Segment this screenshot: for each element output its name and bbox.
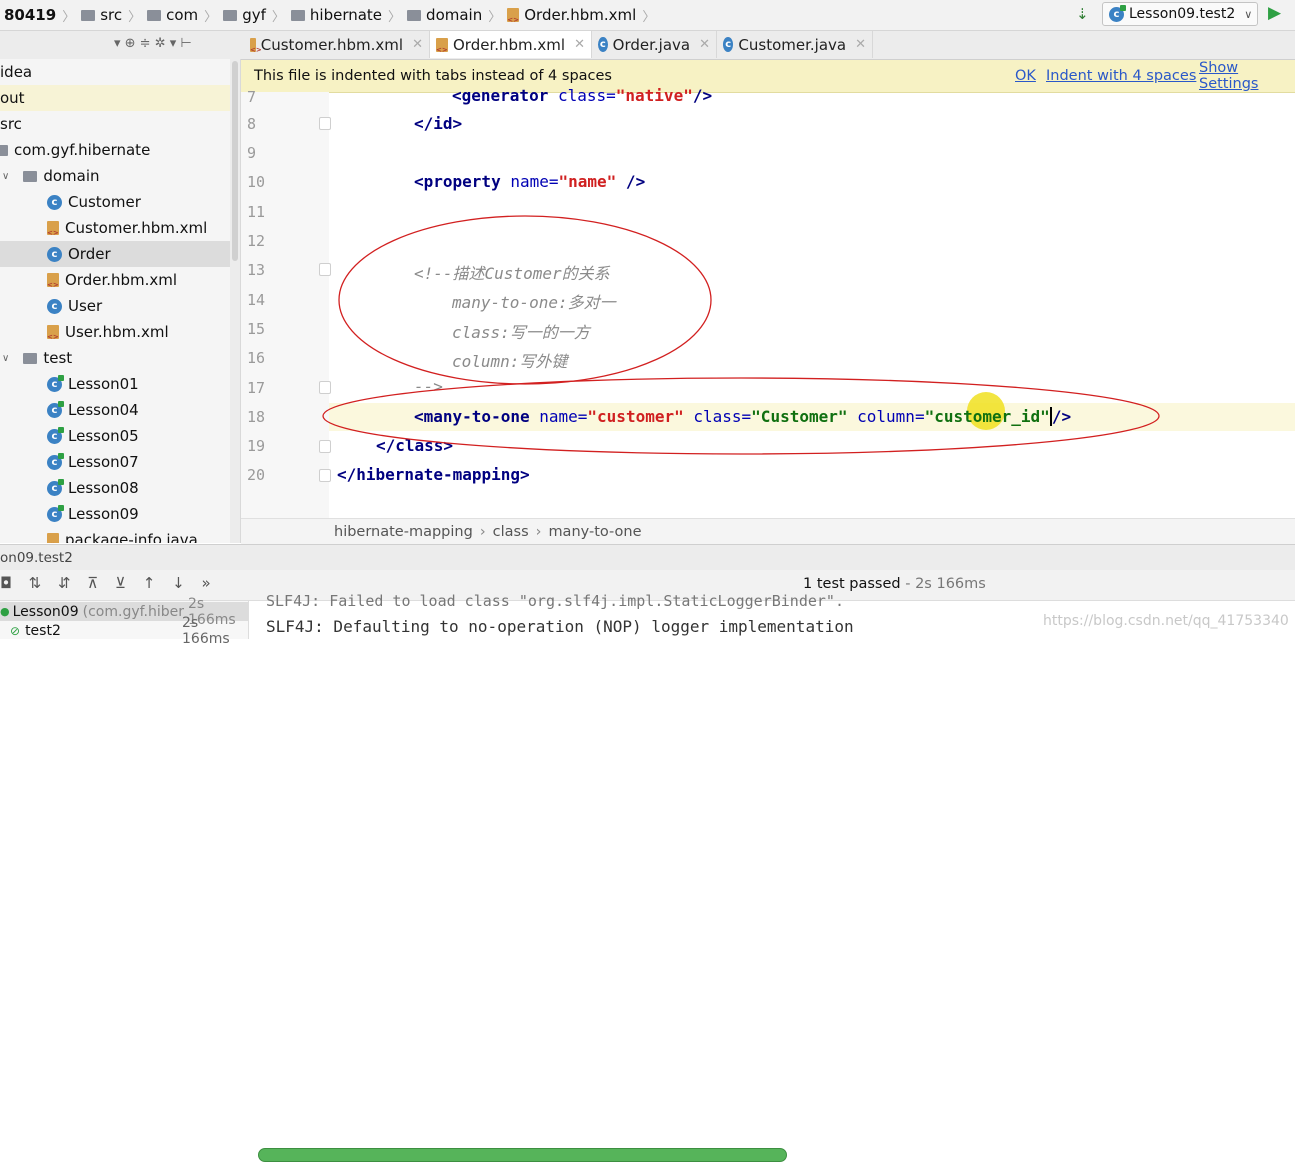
tree-item-package[interactable]: com.gyf.hibernate [0, 137, 240, 163]
tree-scrollbar[interactable] [230, 59, 240, 543]
tree-item-lesson04[interactable]: c Lesson04 [0, 397, 240, 423]
crumb-class[interactable]: class [493, 524, 529, 540]
test-class-icon: c [47, 400, 64, 418]
console-line: SLF4J: Defaulting to no-operation (NOP) … [266, 617, 854, 636]
close-icon[interactable]: ✕ [855, 37, 866, 52]
test-class-icon: c [47, 504, 64, 522]
tree-item-user-hbm-xml[interactable]: User.hbm.xml [0, 319, 240, 345]
test-progress-bar [258, 1148, 787, 1162]
watermark: https://blog.csdn.net/qq_41753340 [1043, 613, 1289, 629]
class-icon: c [598, 37, 608, 52]
show-settings-link[interactable]: Show Settings [1199, 60, 1295, 92]
console-line-partial: SLF4J: Failed to load class "org.slf4j.i… [266, 592, 844, 610]
tab-customer-java[interactable]: c Customer.java ✕ [717, 31, 873, 58]
folder-icon [81, 9, 96, 21]
test-status: 1 test passed - 2s 166ms [803, 576, 986, 592]
close-icon[interactable]: ✕ [412, 37, 423, 52]
test-class-icon: c [47, 478, 64, 496]
tree-item-user[interactable]: c User [0, 293, 240, 319]
folder-icon [407, 9, 422, 21]
xml-file-icon [47, 325, 59, 341]
tree-item-src[interactable]: src [0, 111, 240, 137]
build-icon[interactable]: ⇣ [1076, 5, 1089, 23]
breadcrumb-project[interactable]: 80419 [4, 6, 56, 24]
breadcrumb-domain[interactable]: domain [407, 6, 482, 24]
project-view-controls[interactable]: ▾ ⊕ ≑ ✲ ▾ ⊢ [114, 36, 192, 51]
chevron-down-icon: ∨ [2, 352, 10, 364]
xml-file-icon [47, 273, 59, 289]
tree-item-idea[interactable]: idea [0, 59, 240, 85]
class-icon: c [723, 37, 734, 52]
folder-icon [0, 144, 8, 156]
folder-icon [23, 352, 38, 364]
breadcrumb-hibernate[interactable]: hibernate [290, 6, 382, 24]
xml-file-icon [250, 37, 261, 54]
folder-icon [290, 9, 305, 21]
tree-item-lesson08[interactable]: c Lesson08 [0, 475, 240, 501]
class-icon: c [47, 246, 62, 262]
tab-order-java[interactable]: c Order.java ✕ [592, 31, 717, 58]
tree-item-customer[interactable]: c Customer [0, 189, 240, 215]
indent-with-spaces-link[interactable]: Indent with 4 spaces [1046, 68, 1196, 84]
test-class-icon: c [1109, 4, 1126, 22]
crumb-hibernate-mapping[interactable]: hibernate-mapping [334, 524, 473, 540]
tree-item-customer-hbm-xml[interactable]: Customer.hbm.xml [0, 215, 240, 241]
test-class-icon: c [47, 426, 64, 444]
project-tree: idea out src com.gyf.hibernate ∨ domain c… [0, 59, 241, 543]
crumb-many-to-one[interactable]: many-to-one [548, 524, 641, 540]
tab-customer-hbm-xml[interactable]: Customer.hbm.xml✕ [244, 31, 430, 58]
test-class-icon: c [47, 374, 64, 392]
breadcrumb-com[interactable]: com [147, 6, 198, 24]
banner-message: This file is indented with tabs instead … [254, 68, 612, 84]
run-icon[interactable]: ▶ [1268, 3, 1281, 23]
run-toolbar-icons[interactable]: ◘ ⇅ ⇵ ⊼ ⊻ ↑ ↓ » [0, 574, 217, 592]
file-icon [47, 533, 59, 543]
tree-item-domain[interactable]: ∨ domain [0, 163, 240, 189]
close-icon[interactable]: ✕ [699, 37, 710, 52]
run-configuration-select[interactable]: c Lesson09.test2 ∨ [1102, 2, 1258, 26]
run-panel-title-text: on09.test2 [0, 550, 73, 566]
breadcrumb-file[interactable]: Order.hbm.xml [507, 6, 636, 24]
run-panel-title: on09.test2 [0, 544, 1295, 571]
chevron-down-icon: ∨ [1244, 7, 1253, 21]
class-icon: c [47, 298, 62, 314]
tab-order-hbm-xml[interactable]: Order.hbm.xml✕ [430, 31, 592, 58]
xml-file-icon [47, 221, 59, 237]
folder-icon [147, 9, 162, 21]
comment-annotation-ellipse [338, 215, 712, 385]
chevron-down-icon: ∨ [2, 170, 10, 182]
breadcrumb-src[interactable]: src [81, 6, 122, 24]
editor-breadcrumb: hibernate-mapping › class › many-to-one [241, 518, 1295, 545]
check-icon: ● [0, 605, 10, 618]
folder-icon [23, 170, 38, 182]
breadcrumb-gyf[interactable]: gyf [223, 6, 266, 24]
editor-tabs-bar: ▾ ⊕ ≑ ✲ ▾ ⊢ Customer.hbm.xml✕ Order.hbm.… [0, 31, 1295, 60]
tree-item-order-hbm-xml[interactable]: Order.hbm.xml [0, 267, 240, 293]
folder-icon [223, 9, 238, 21]
mapping-annotation-ellipse [322, 377, 1160, 455]
test-case-row[interactable]: ⊘ test2 2s 166ms [10, 615, 248, 647]
tree-item-order[interactable]: c Order [0, 241, 240, 267]
class-icon: c [47, 194, 62, 210]
tree-item-out[interactable]: out [0, 85, 240, 111]
xml-file-icon [436, 37, 448, 54]
navigation-bar: 80419 〉 src 〉 com 〉 gyf 〉 hibernate 〉 do… [0, 0, 1295, 31]
annotation-overlay [322, 215, 1160, 455]
tree-item-lesson07[interactable]: c Lesson07 [0, 449, 240, 475]
tree-item-package-info[interactable]: package-info.java [0, 527, 240, 543]
close-icon[interactable]: ✕ [574, 37, 585, 52]
check-icon: ⊘ [10, 623, 21, 638]
tree-item-lesson09[interactable]: c Lesson09 [0, 501, 240, 527]
console-output[interactable]: SLF4J: Failed to load class "org.slf4j.i… [249, 592, 1295, 639]
xml-file-icon [507, 8, 520, 24]
test-class-icon: c [47, 452, 64, 470]
indent-warning-banner: This file is indented with tabs instead … [241, 60, 1295, 93]
ok-link[interactable]: OK [1015, 68, 1036, 84]
tree-item-test[interactable]: ∨ test [0, 345, 240, 371]
tree-item-lesson05[interactable]: c Lesson05 [0, 423, 240, 449]
test-results-tree: ● Lesson09 (com.gyf.hiber 2s 166ms ⊘ tes… [0, 596, 249, 647]
tree-item-lesson01[interactable]: c Lesson01 [0, 371, 240, 397]
